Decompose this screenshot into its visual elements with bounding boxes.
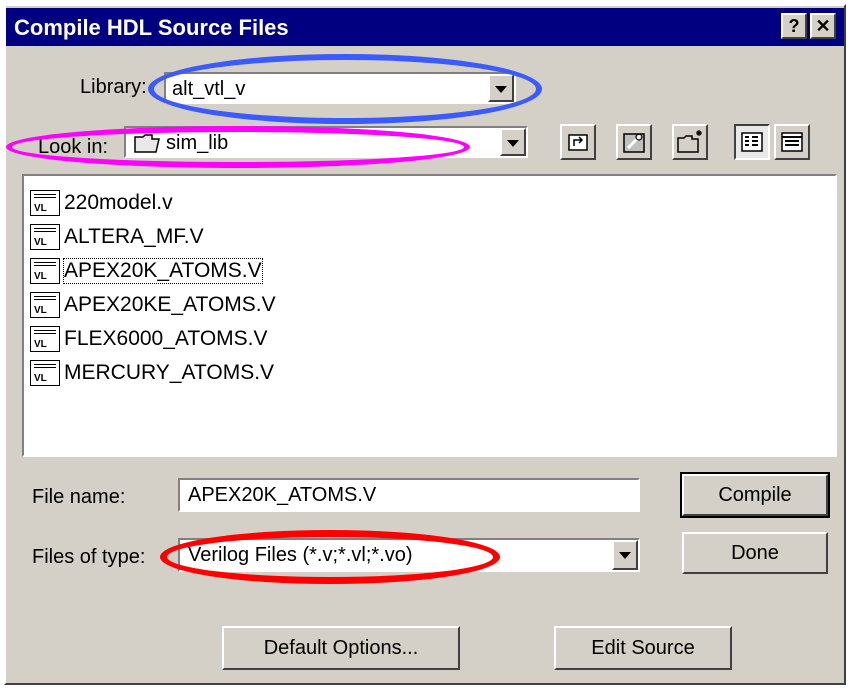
file-name: ALTERA_MF.V bbox=[64, 225, 204, 248]
file-name-field[interactable]: APEX20K_ATOMS.V bbox=[178, 478, 640, 512]
help-button[interactable]: ? bbox=[781, 13, 807, 39]
vl-file-icon: VL bbox=[30, 224, 60, 250]
look-in-dropdown-icon[interactable] bbox=[500, 128, 526, 156]
list-item[interactable]: VL ALTERA_MF.V bbox=[30, 222, 204, 252]
help-icon: ? bbox=[788, 16, 800, 36]
list-view-icon bbox=[741, 132, 763, 152]
look-in-combo[interactable]: sim_lib bbox=[124, 126, 528, 158]
file-name: APEX20KE_ATOMS.V bbox=[64, 293, 276, 316]
list-item[interactable]: VL MERCURY_ATOMS.V bbox=[30, 358, 274, 388]
files-of-type-label: Files of type: bbox=[32, 546, 146, 568]
library-value: alt_vtl_v bbox=[172, 78, 246, 100]
file-name-label: File name: bbox=[32, 486, 126, 508]
close-icon: ✕ bbox=[815, 16, 831, 36]
details-view-button[interactable] bbox=[774, 124, 810, 160]
done-button[interactable]: Done bbox=[682, 532, 828, 574]
new-folder-icon bbox=[677, 130, 702, 153]
window-title: Compile HDL Source Files bbox=[14, 15, 289, 40]
title-bar: Compile HDL Source Files ? ✕ bbox=[6, 8, 844, 46]
files-of-type-combo[interactable]: Verilog Files (*.v;*.vl;*.vo) bbox=[178, 538, 640, 572]
details-view-icon bbox=[781, 132, 803, 152]
library-dropdown-icon[interactable] bbox=[488, 74, 514, 102]
vl-file-icon: VL bbox=[30, 326, 60, 352]
library-combo[interactable]: alt_vtl_v bbox=[164, 72, 516, 104]
look-in-value: sim_lib bbox=[166, 132, 229, 154]
edit-source-button[interactable]: Edit Source bbox=[554, 626, 732, 670]
close-button[interactable]: ✕ bbox=[810, 13, 836, 39]
list-item[interactable]: VL APEX20KE_ATOMS.V bbox=[30, 290, 276, 320]
file-name: 220model.v bbox=[64, 191, 173, 214]
list-item[interactable]: VL FLEX6000_ATOMS.V bbox=[30, 324, 268, 354]
vl-file-icon: VL bbox=[30, 292, 60, 318]
library-label: Library: bbox=[80, 76, 147, 98]
file-name-value: APEX20K_ATOMS.V bbox=[188, 484, 377, 506]
files-of-type-value: Verilog Files (*.v;*.vl;*.vo) bbox=[188, 544, 413, 566]
file-list[interactable]: VL 220model.v VL ALTERA_MF.V VL APEX20K_… bbox=[22, 174, 837, 457]
list-item[interactable]: VL 220model.v bbox=[30, 188, 173, 218]
library-button[interactable] bbox=[616, 124, 652, 160]
library-icon bbox=[623, 133, 645, 153]
look-in-label: Look in: bbox=[38, 136, 109, 158]
up-one-level-button[interactable] bbox=[560, 124, 596, 160]
compile-button[interactable]: Compile bbox=[680, 472, 830, 518]
vl-file-icon: VL bbox=[30, 258, 60, 284]
list-view-button[interactable] bbox=[734, 124, 770, 160]
create-new-folder-button[interactable] bbox=[672, 124, 708, 160]
files-of-type-dropdown-icon[interactable] bbox=[612, 540, 638, 570]
up-folder-icon bbox=[568, 134, 588, 151]
vl-file-icon: VL bbox=[30, 190, 60, 216]
folder-icon bbox=[134, 134, 160, 153]
file-name: MERCURY_ATOMS.V bbox=[64, 361, 275, 384]
file-name: FLEX6000_ATOMS.V bbox=[64, 327, 268, 350]
file-name: APEX20K_ATOMS.V bbox=[63, 258, 263, 284]
list-item-selected[interactable]: VL APEX20K_ATOMS.V bbox=[30, 256, 263, 286]
default-options-button[interactable]: Default Options... bbox=[222, 626, 460, 670]
vl-file-icon: VL bbox=[30, 360, 60, 386]
